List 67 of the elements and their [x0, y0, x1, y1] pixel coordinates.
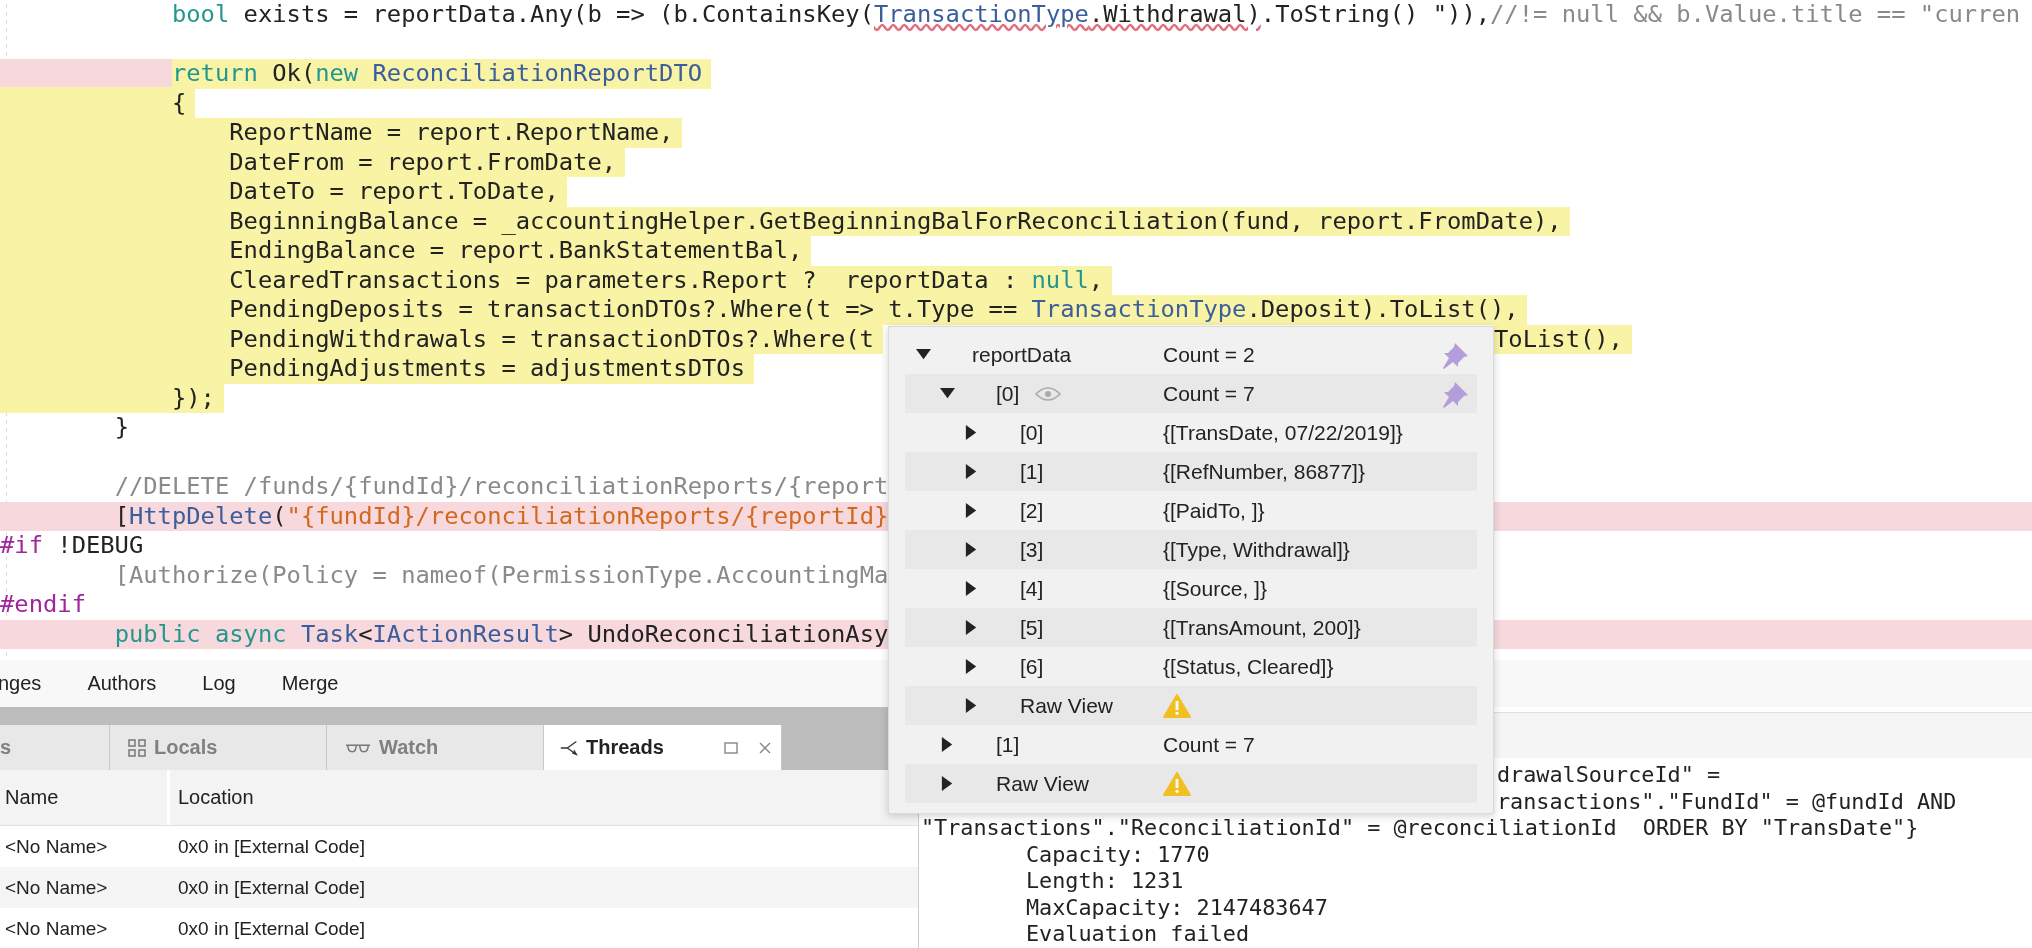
variable-name: [3]: [1020, 537, 1044, 562]
variable-value: {[RefNumber, 86877]}: [1163, 459, 1365, 484]
caret-right-icon[interactable]: [964, 503, 979, 518]
output-text: Length: 1231: [1024, 868, 1184, 893]
caret-right-icon[interactable]: [940, 776, 955, 791]
code-line: //DELETE /funds/{fundId}/reconciliationReports/{report: [113, 472, 889, 502]
variable-value: {[TransDate, 07/22/2019]}: [1163, 420, 1403, 445]
tree-row[interactable]: Raw View: [905, 686, 1477, 725]
variable-value: {[Source, ]}: [1163, 576, 1267, 601]
caret-down-icon[interactable]: [916, 347, 931, 362]
variable-name: [1]: [996, 732, 1020, 757]
column-header[interactable]: Location: [170, 786, 254, 809]
caret-right-icon[interactable]: [940, 737, 955, 752]
variable-name: [2]: [1020, 498, 1044, 523]
tree-row[interactable]: [0] Count = 7: [905, 374, 1477, 413]
grid-icon: [128, 738, 146, 757]
output-text: drawalSourceId" =: [1497, 762, 1721, 787]
caret-right-icon[interactable]: [964, 620, 979, 635]
variable-name: [6]: [1020, 654, 1044, 679]
tree-row[interactable]: [1] {[RefNumber, 86877]}: [905, 452, 1477, 491]
code-line: bool exists = reportData.Any(b => (b.ContainsKey(TransactionType.Withdrawal).ToString() ")),//!= null && b.Value.title == "curren: [170, 0, 2021, 30]
code-line: public async Task<IActionResult> UndoReconciliationAsy: [113, 619, 889, 649]
output-text: Evaluation failed: [1024, 921, 1250, 946]
table-cell-text: 0x0 in [External Code]: [177, 876, 365, 899]
variable-value: Count = 2: [1163, 342, 1255, 367]
variable-name: Raw View: [996, 771, 1089, 796]
table-cell-text: <No Name>: [4, 917, 109, 940]
output-text: Capacity: 1770: [1024, 841, 1210, 867]
branch-icon: [560, 738, 578, 757]
caret-right-icon[interactable]: [964, 425, 979, 440]
caret-right-icon[interactable]: [964, 542, 979, 557]
view-tab[interactable]: nges: [0, 672, 42, 695]
table-cell-text: 0x0 in [External Code]: [177, 835, 365, 858]
table-cell-text: <No Name>: [4, 876, 109, 899]
variable-value: {[TransAmount, 200]}: [1163, 615, 1361, 640]
variable-name: reportData: [972, 342, 1072, 367]
output-text: MaxCapacity: 2147483647: [1024, 894, 1328, 920]
variable-value: {[Type, Withdrawal]}: [1163, 537, 1350, 562]
code-line: #endif: [0, 590, 86, 620]
view-tab[interactable]: Merge: [281, 672, 339, 695]
code-line: [Authorize(Policy = nameof(PermissionType.AccountingMa: [113, 560, 889, 590]
variable-name: [0]: [1020, 420, 1044, 445]
variable-value: {[PaidTo, ]}: [1163, 498, 1265, 523]
variable-name: [0]: [996, 381, 1020, 406]
caret-down-icon[interactable]: [940, 386, 955, 401]
variable-name: [1]: [1020, 459, 1044, 484]
code-line: [HttpDelete("{fundId}/reconciliationReports/{reportId}: [113, 501, 889, 531]
tree-row[interactable]: [3] {[Type, Withdrawal]}: [905, 530, 1477, 569]
table-cell-text: 0x0 in [External Code]: [177, 917, 365, 940]
variable-name: [4]: [1020, 576, 1044, 601]
tree-row[interactable]: Raw View: [905, 764, 1477, 803]
variable-value: {[Status, Cleared]}: [1163, 654, 1334, 679]
variable-name: Raw View: [1020, 693, 1113, 718]
table-cell-text: <No Name>: [4, 835, 109, 858]
view-tab[interactable]: Log: [202, 672, 236, 695]
view-tab[interactable]: Authors: [87, 672, 157, 695]
caret-right-icon[interactable]: [964, 464, 979, 479]
output-text: ransactions"."FundId" = @fundId AND: [1497, 788, 1957, 814]
variable-value: Count = 7: [1163, 732, 1255, 757]
variable-name: [5]: [1020, 615, 1044, 640]
tree-row[interactable]: [5] {[TransAmount, 200]}: [905, 608, 1477, 647]
caret-right-icon[interactable]: [964, 581, 979, 596]
output-text: "Transactions"."ReconciliationId" = @reconciliationId ORDER BY "TransDate"}: [921, 815, 1919, 840]
pad-tab[interactable]: Threads: [544, 725, 782, 770]
code-line: }: [113, 413, 129, 443]
variable-value: Count = 7: [1163, 381, 1255, 406]
code-line: #if !DEBUG: [0, 531, 144, 561]
